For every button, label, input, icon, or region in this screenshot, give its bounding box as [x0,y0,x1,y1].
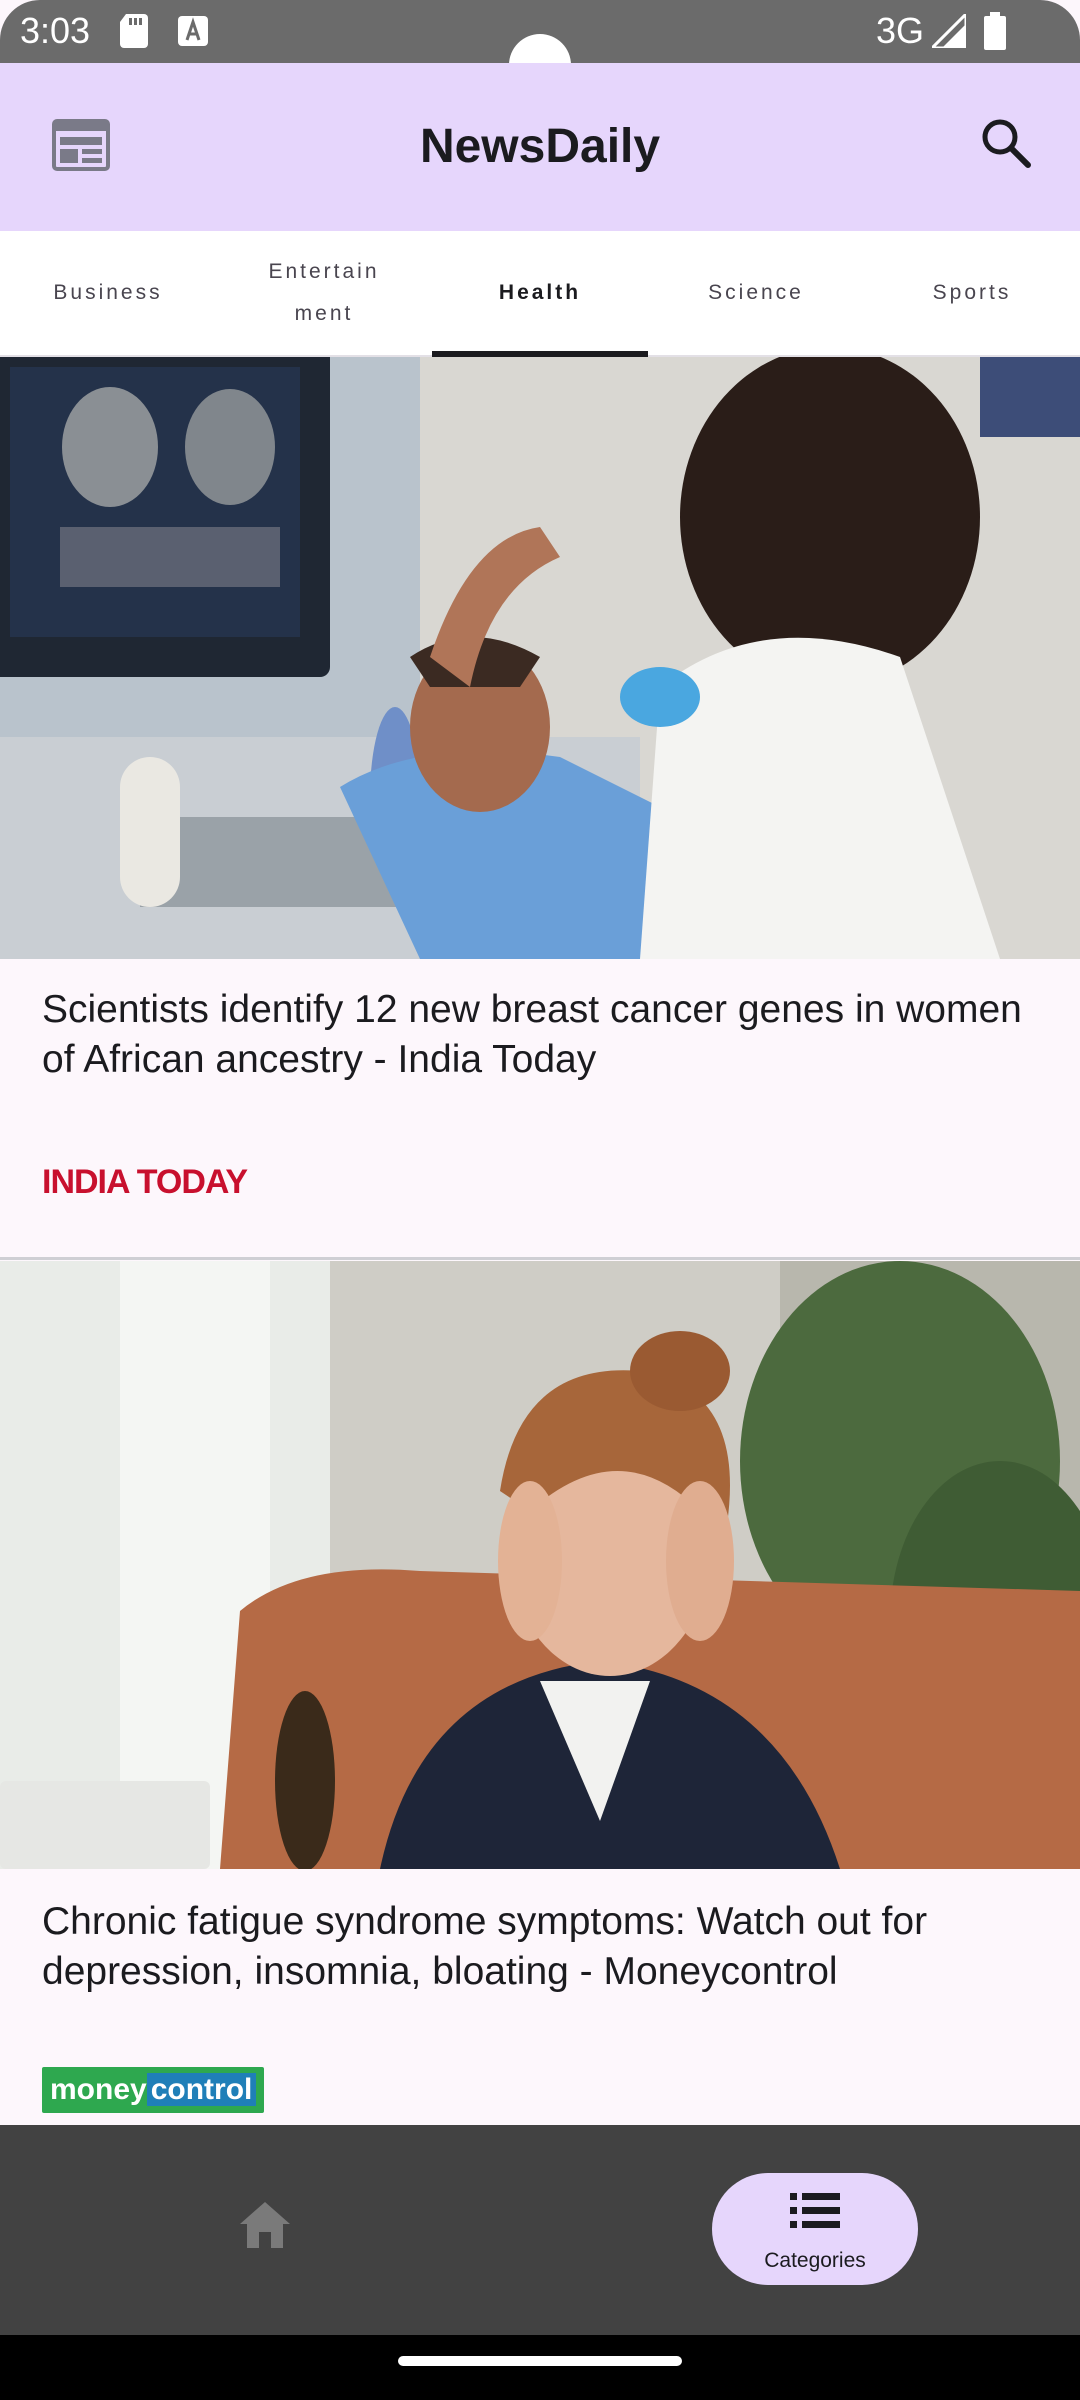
gesture-area [0,2335,1080,2400]
article-image[interactable] [0,357,1080,959]
source-logo-badge: money control [42,2067,265,2113]
tab-sports[interactable]: Sports [864,231,1080,355]
home-icon [240,2202,290,2248]
gesture-handle[interactable] [398,2356,682,2366]
bottom-navigation: Categories [0,2125,1080,2335]
logo-part-money: money [50,2073,147,2106]
tab-label: Health [498,281,582,304]
tab-label: Science [708,281,804,304]
logo-part-control: control [146,2073,257,2106]
network-type: 3G [876,10,925,51]
nav-home[interactable] [190,2165,340,2285]
search-icon[interactable] [976,113,1036,173]
signal-icon [932,14,966,48]
tab-label: Entertainment [268,260,380,325]
nav-categories[interactable]: Categories [712,2173,918,2285]
list-icon [790,2193,840,2228]
moneycontrol-logo: money control [42,2067,265,2113]
sd-card-icon [120,14,148,48]
battery-icon [984,12,1006,50]
category-tabs: Business Entertainment Health Science Sp… [0,231,1080,357]
article-card[interactable]: Chronic fatigue syndrome symptoms: Watch… [0,1261,1080,2125]
tab-health[interactable]: Health [432,231,648,357]
tab-science[interactable]: Science [648,231,864,355]
india-today-logo: INDIA TODAY [42,1163,248,1202]
tab-business[interactable]: Business [0,231,216,355]
tab-label: Business [53,281,163,304]
tab-entertainment[interactable]: Entertainment [216,231,432,355]
source-logo-text: INDIA TODAY [42,1163,248,1201]
a-notification-icon [178,16,208,46]
nav-categories-label: Categories [764,2249,866,2272]
ultrasound-exam-photo [0,357,1080,959]
article-headline[interactable]: Chronic fatigue syndrome symptoms: Watch… [42,1897,1042,1997]
tired-woman-on-couch-photo [0,1261,1080,1869]
tab-label: Sports [932,281,1012,304]
app-title: NewsDaily [419,120,661,173]
article-headline[interactable]: Scientists identify 12 new breast cancer… [42,985,1042,1085]
status-time: 3:03 [20,10,91,51]
article-card[interactable]: Scientists identify 12 new breast cancer… [0,357,1080,1260]
article-image[interactable] [0,1261,1080,1869]
app-bar: NewsDaily [0,63,1080,231]
